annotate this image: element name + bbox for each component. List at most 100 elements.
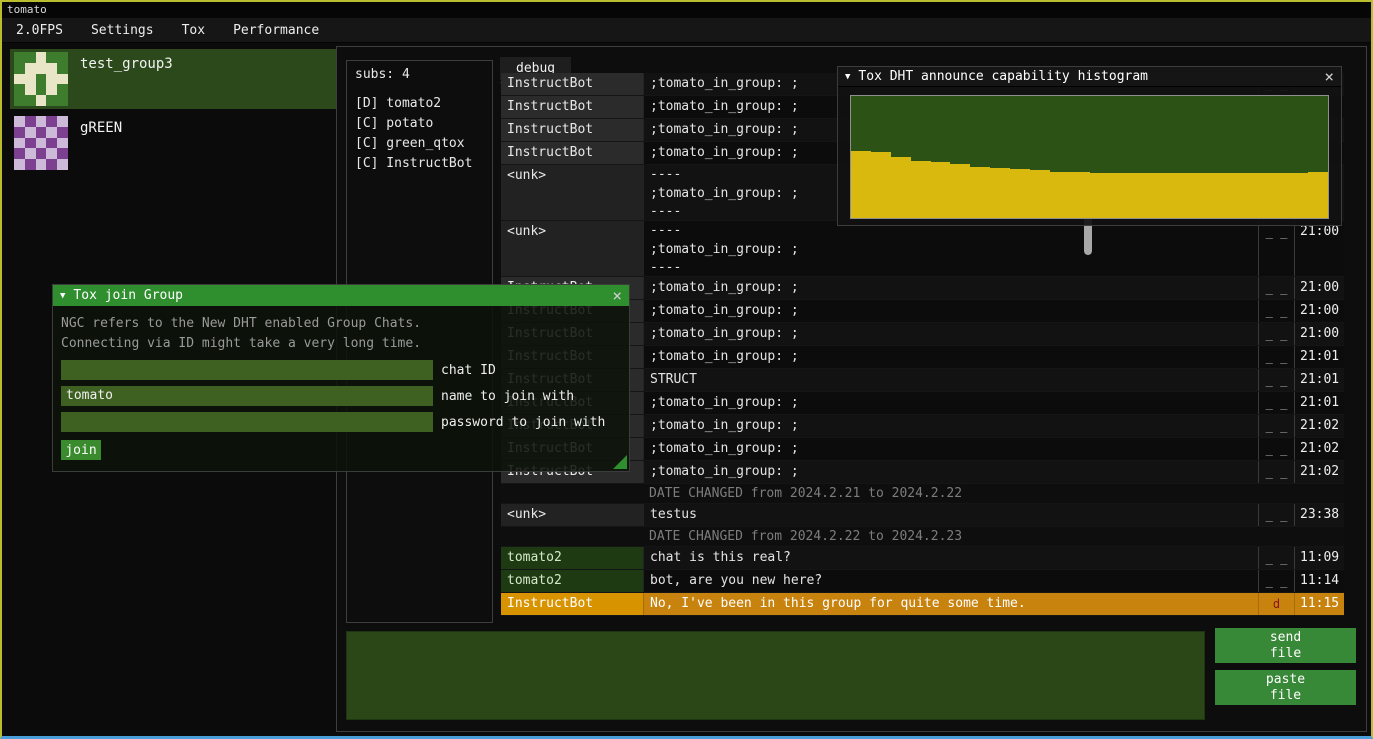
avatar-pixel (25, 116, 36, 127)
app-window: tomato 2.0FPSSettingsToxPerformance test… (0, 0, 1373, 739)
join-window-titlebar[interactable]: ▼ Tox join Group × (53, 285, 629, 306)
histogram-bar (970, 167, 990, 218)
close-icon[interactable]: × (612, 288, 622, 304)
avatar-pixel (57, 95, 68, 106)
avatar-pixel (36, 52, 47, 63)
avatar-pixel (46, 63, 57, 74)
chat-row-message: testus (643, 504, 1258, 526)
join-button[interactable]: join (61, 440, 101, 460)
collapse-icon[interactable]: ▼ (845, 72, 850, 82)
avatar-pixel (36, 63, 47, 74)
close-icon[interactable]: × (1324, 69, 1334, 85)
join-info-line-2: Connecting via ID might take a very long… (61, 334, 621, 354)
histogram-window: ▼ Tox DHT announce capability histogram … (837, 66, 1342, 226)
histogram-bar (1030, 170, 1050, 218)
message-input[interactable] (346, 631, 1205, 720)
histogram-bar (1050, 172, 1070, 218)
chat-row-message: ;tomato_in_group: ; (643, 461, 1258, 483)
histogram-bar (1129, 173, 1149, 218)
avatar-pixel (57, 84, 68, 95)
chat-row-time: 21:01 (1294, 369, 1344, 391)
join-group-window: ▼ Tox join Group × NGC refers to the New… (52, 284, 630, 472)
resize-grip[interactable] (613, 455, 627, 469)
subs-member[interactable]: [C] potato (355, 114, 484, 134)
avatar-pixel (46, 116, 57, 127)
chat-row-message: bot, are you new here? (643, 570, 1258, 592)
chat-row-message: STRUCT (643, 369, 1258, 391)
avatar-pixel (25, 74, 36, 85)
paste-file-button[interactable]: paste file (1215, 670, 1356, 705)
chat-row-time: 11:15 (1294, 593, 1344, 615)
chat-row-message: ;tomato_in_group: ; (643, 346, 1258, 368)
chat-row: <unk> testus _ _ 23:38 (501, 504, 1344, 527)
avatar-pixel (25, 63, 36, 74)
chat-row-time: 21:02 (1294, 415, 1344, 437)
avatar-pixel (46, 159, 57, 170)
histogram-bar (990, 168, 1010, 218)
join-window-title: Tox join Group (73, 288, 612, 303)
histogram-bar (871, 152, 891, 218)
chat-row-time: 11:14 (1294, 570, 1344, 592)
join-info-line-1: NGC refers to the New DHT enabled Group … (61, 314, 621, 334)
avatar-pixel (46, 52, 57, 63)
subs-member[interactable]: [C] green_qtox (355, 134, 484, 154)
avatar-pixel (57, 52, 68, 63)
chat-row: InstructBot No, I've been in this group … (501, 593, 1344, 616)
avatar-pixel (14, 138, 25, 149)
chat-row-flags: _ _ (1258, 547, 1294, 569)
histogram-bar (1268, 173, 1288, 218)
avatar-pixel (46, 138, 57, 149)
histogram-bar (1090, 173, 1110, 218)
chat-row-author: InstructBot (501, 142, 643, 164)
hist-plot (850, 95, 1329, 219)
members-list: [D] tomato2[C] potato[C] green_qtox[C] I… (355, 94, 484, 174)
chat-row-flags: _ _ (1258, 277, 1294, 299)
date-separator-text: DATE CHANGED from 2024.2.22 to 2024.2.23 (649, 527, 962, 546)
histogram-window-titlebar[interactable]: ▼ Tox DHT announce capability histogram … (838, 67, 1341, 87)
group-list: test_group3 gREEN (10, 49, 336, 173)
histogram-bar (1249, 173, 1269, 218)
chat-row-time: 21:00 (1294, 277, 1344, 299)
avatar-pixel (14, 52, 25, 63)
chat-row-time: 21:01 (1294, 346, 1344, 368)
avatar-pixel (57, 159, 68, 170)
chat-row-author: <unk> (501, 165, 643, 220)
chat-row-flags: d (1258, 593, 1294, 615)
menu-item-performance[interactable]: Performance (219, 18, 333, 42)
subs-member[interactable]: [D] tomato2 (355, 94, 484, 114)
sidebar-group-green[interactable]: gREEN (10, 113, 336, 173)
menu-item-settings[interactable]: Settings (77, 18, 168, 42)
date-separator-text: DATE CHANGED from 2024.2.21 to 2024.2.22 (649, 484, 962, 503)
avatar-pixel (57, 138, 68, 149)
collapse-icon[interactable]: ▼ (60, 291, 65, 301)
menu-item-tox[interactable]: Tox (168, 18, 219, 42)
join-password-input[interactable] (61, 412, 433, 432)
chat-id-input[interactable] (61, 360, 433, 380)
group-name: gREEN (80, 120, 122, 136)
avatar-pixel (57, 74, 68, 85)
chat-id-label: chat ID (441, 363, 496, 378)
send-file-button[interactable]: send file (1215, 628, 1356, 663)
avatar-pixel (36, 148, 47, 159)
join-name-input[interactable]: tomato (61, 386, 433, 406)
avatar-pixel (25, 95, 36, 106)
chat-row-message: chat is this real? (643, 547, 1258, 569)
avatar-pixel (25, 159, 36, 170)
histogram-bar (1209, 173, 1229, 218)
histogram-bar (891, 157, 911, 218)
histogram-bar (851, 151, 871, 218)
chat-row-message: ;tomato_in_group: ; (643, 323, 1258, 345)
sidebar-group-test_group3[interactable]: test_group3 (10, 49, 336, 109)
avatar-pixel (36, 95, 47, 106)
avatar-pixel (14, 74, 25, 85)
histogram-bar (1169, 173, 1189, 218)
chat-row-author: InstructBot (501, 593, 643, 615)
menubar: 2.0FPSSettingsToxPerformance (2, 18, 1371, 43)
avatar-pixel (46, 148, 57, 159)
avatar-pixel (46, 74, 57, 85)
avatar-pixel (36, 116, 47, 127)
avatar-pixel (25, 84, 36, 95)
subs-member[interactable]: [C] InstructBot (355, 154, 484, 174)
group-avatar (14, 116, 68, 170)
join-password-label: password to join with (441, 415, 605, 430)
